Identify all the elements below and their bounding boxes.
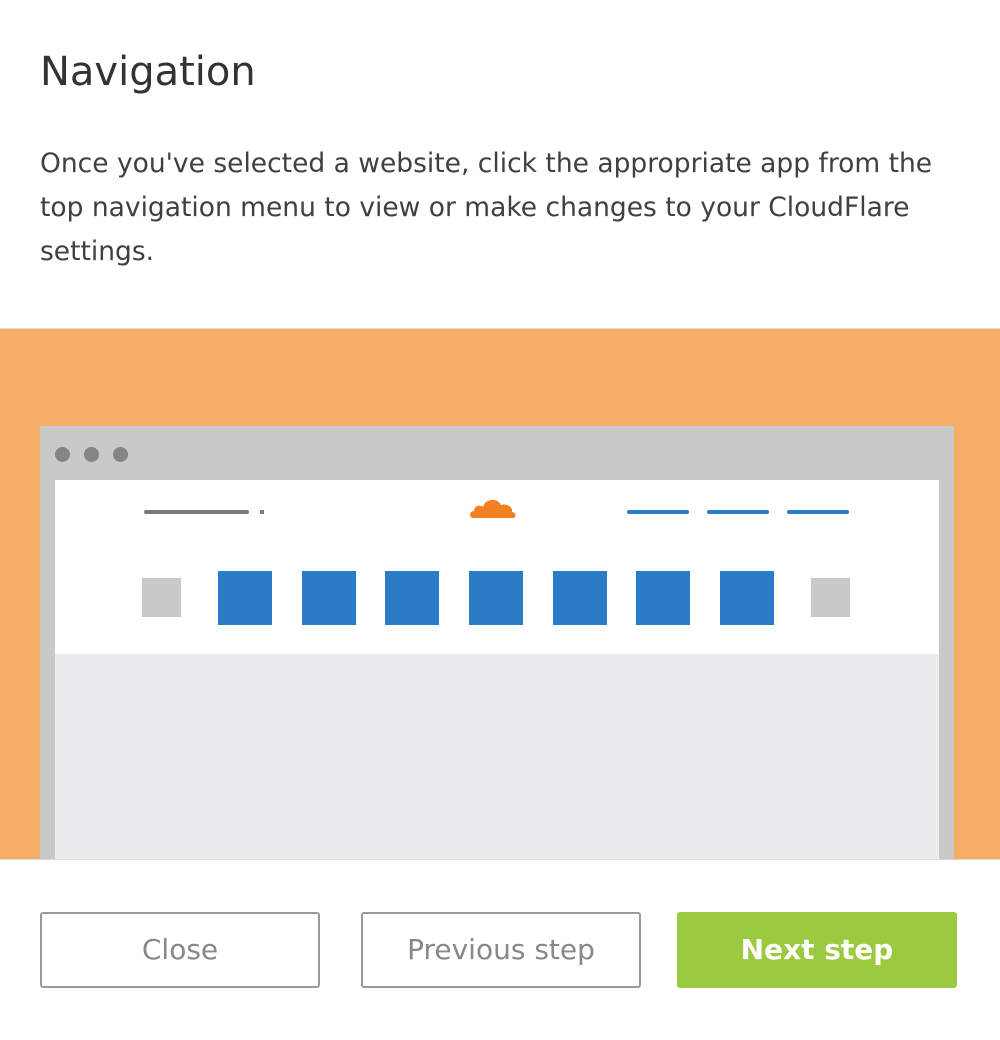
mockup-site-name-dot [260,510,264,514]
browser-content-area [55,480,939,859]
previous-step-button[interactable]: Previous step [361,912,641,988]
next-step-button[interactable]: Next step [677,912,957,988]
cloud-icon [470,499,516,518]
mockup-app-tile [553,571,607,625]
close-button[interactable]: Close [40,912,320,988]
navigation-illustration [0,328,1000,860]
browser-window-mockup [40,426,954,859]
mockup-site-name-placeholder [144,510,249,514]
mockup-app-tile [302,571,356,625]
mockup-scroll-right-placeholder [811,578,850,617]
mockup-app-tile [385,571,439,625]
mockup-nav-link [707,510,769,514]
dialog-description: Once you've selected a website, click th… [40,148,933,267]
window-dot-icon [84,447,99,462]
window-dot-icon [113,447,128,462]
mockup-app-tile [720,571,774,625]
mockup-nav-link [627,510,689,514]
mockup-app-tile [636,571,690,625]
mockup-scroll-left-placeholder [142,578,181,617]
mockup-top-navigation [55,480,939,654]
mockup-app-tile [218,571,272,625]
window-dot-icon [55,447,70,462]
mockup-nav-link [787,510,849,514]
dialog-title: Navigation [40,49,256,95]
mockup-app-tile [469,571,523,625]
